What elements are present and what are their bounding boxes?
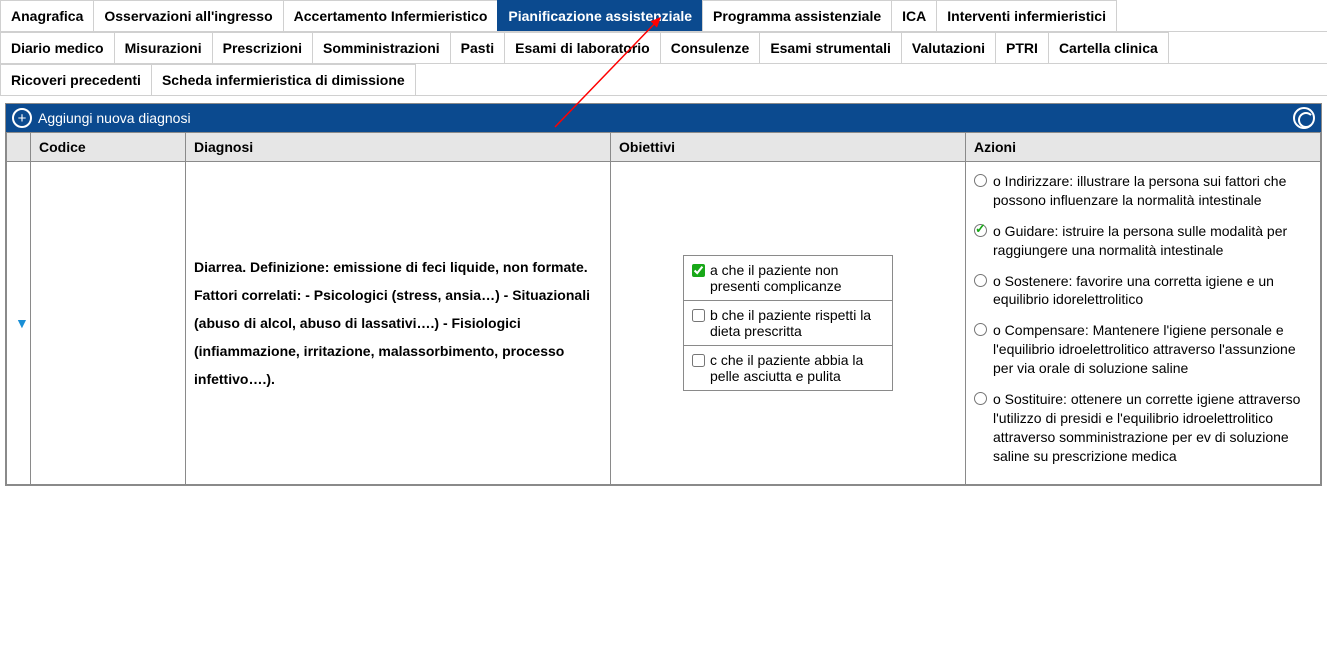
diagnosis-table: Codice Diagnosi Obiettivi Azioni ▼ Diarr… xyxy=(6,132,1321,485)
add-diagnosis-label: Aggiungi nuova diagnosi xyxy=(38,110,191,126)
azione-radio[interactable] xyxy=(974,274,987,287)
tab-somministrazioni[interactable]: Somministrazioni xyxy=(312,32,451,63)
cell-azioni: o Indirizzare: illustrare la persona sui… xyxy=(966,162,1321,485)
tabs-row-1: Anagrafica Osservazioni all'ingresso Acc… xyxy=(0,0,1327,32)
azione-text: o Sostituire: ottenere un corrette igien… xyxy=(993,390,1312,466)
tab-ptri[interactable]: PTRI xyxy=(995,32,1049,63)
obiettivo-checkbox[interactable] xyxy=(692,354,705,367)
tab-diario-medico[interactable]: Diario medico xyxy=(0,32,115,63)
tab-anagrafica[interactable]: Anagrafica xyxy=(0,0,94,31)
azione-text: o Sostenere: favorire una corretta igien… xyxy=(993,272,1312,310)
azione-text: o Indirizzare: illustrare la persona sui… xyxy=(993,172,1312,210)
azioni-list: o Indirizzare: illustrare la persona sui… xyxy=(974,170,1312,476)
azione-text: o Guidare: istruire la persona sulle mod… xyxy=(993,222,1312,260)
tab-scheda-dimissione[interactable]: Scheda infermieristica di dimissione xyxy=(151,64,416,95)
obiettivo-text: b che il paziente rispetti la dieta pres… xyxy=(710,307,884,339)
tab-osservazioni[interactable]: Osservazioni all'ingresso xyxy=(93,0,283,31)
col-obiettivi[interactable]: Obiettivi xyxy=(611,133,966,162)
azione-item[interactable]: o Guidare: istruire la persona sulle mod… xyxy=(974,220,1312,270)
row-expander[interactable]: ▼ xyxy=(7,162,31,485)
azione-radio[interactable] xyxy=(974,392,987,405)
panel-header: + Aggiungi nuova diagnosi xyxy=(6,104,1321,132)
col-codice[interactable]: Codice xyxy=(31,133,186,162)
tab-ica[interactable]: ICA xyxy=(891,0,937,31)
col-expander xyxy=(7,133,31,162)
tab-accertamento[interactable]: Accertamento Infermieristico xyxy=(283,0,499,31)
diagnosis-panel: + Aggiungi nuova diagnosi Codice Diagnos… xyxy=(5,103,1322,486)
obiettivo-checkbox[interactable] xyxy=(692,309,705,322)
plus-icon: + xyxy=(12,108,32,128)
cell-codice xyxy=(31,162,186,485)
azione-radio[interactable] xyxy=(974,224,987,237)
obiettivo-item[interactable]: b che il paziente rispetti la dieta pres… xyxy=(684,301,892,346)
add-diagnosis-button[interactable]: + Aggiungi nuova diagnosi xyxy=(12,108,191,128)
obiettivo-text: a che il paziente non presenti complican… xyxy=(710,262,884,294)
tab-esami-laboratorio[interactable]: Esami di laboratorio xyxy=(504,32,661,63)
azione-radio[interactable] xyxy=(974,323,987,336)
col-diagnosi[interactable]: Diagnosi xyxy=(186,133,611,162)
obiettivi-box: a che il paziente non presenti complican… xyxy=(683,255,893,391)
azione-item[interactable]: o Sostenere: favorire una corretta igien… xyxy=(974,270,1312,320)
azione-item[interactable]: o Indirizzare: illustrare la persona sui… xyxy=(974,170,1312,220)
tab-cartella-clinica[interactable]: Cartella clinica xyxy=(1048,32,1169,63)
tab-interventi[interactable]: Interventi infermieristici xyxy=(936,0,1117,31)
obiettivo-checkbox[interactable] xyxy=(692,264,705,277)
tab-ricoveri-precedenti[interactable]: Ricoveri precedenti xyxy=(0,64,152,95)
tabs-row-3: Ricoveri precedenti Scheda infermieristi… xyxy=(0,64,1327,96)
tab-prescrizioni[interactable]: Prescrizioni xyxy=(212,32,313,63)
tab-valutazioni[interactable]: Valutazioni xyxy=(901,32,996,63)
azione-text: o Compensare: Mantenere l'igiene persona… xyxy=(993,321,1312,378)
obiettivo-text: c che il paziente abbia la pelle asciutt… xyxy=(710,352,884,384)
col-azioni[interactable]: Azioni xyxy=(966,133,1321,162)
obiettivo-item[interactable]: a che il paziente non presenti complican… xyxy=(684,256,892,301)
tab-programma[interactable]: Programma assistenziale xyxy=(702,0,892,31)
azione-radio[interactable] xyxy=(974,174,987,187)
azione-item[interactable]: o Sostituire: ottenere un corrette igien… xyxy=(974,388,1312,476)
table-row: ▼ Diarrea. Definizione: emissione di fec… xyxy=(7,162,1321,485)
tabs-row-2: Diario medico Misurazioni Prescrizioni S… xyxy=(0,32,1327,64)
refresh-icon[interactable] xyxy=(1293,107,1315,129)
tab-consulenze[interactable]: Consulenze xyxy=(660,32,761,63)
tab-pianificazione[interactable]: Pianificazione assistenziale xyxy=(497,0,703,31)
tab-esami-strumentali[interactable]: Esami strumentali xyxy=(759,32,902,63)
cell-diagnosi: Diarrea. Definizione: emissione di feci … xyxy=(186,162,611,485)
cell-obiettivi: a che il paziente non presenti complican… xyxy=(611,162,966,485)
tab-pasti[interactable]: Pasti xyxy=(450,32,505,63)
diagnosi-text: Diarrea. Definizione: emissione di feci … xyxy=(194,253,602,393)
obiettivo-item[interactable]: c che il paziente abbia la pelle asciutt… xyxy=(684,346,892,390)
tab-misurazioni[interactable]: Misurazioni xyxy=(114,32,213,63)
azione-item[interactable]: o Compensare: Mantenere l'igiene persona… xyxy=(974,319,1312,388)
